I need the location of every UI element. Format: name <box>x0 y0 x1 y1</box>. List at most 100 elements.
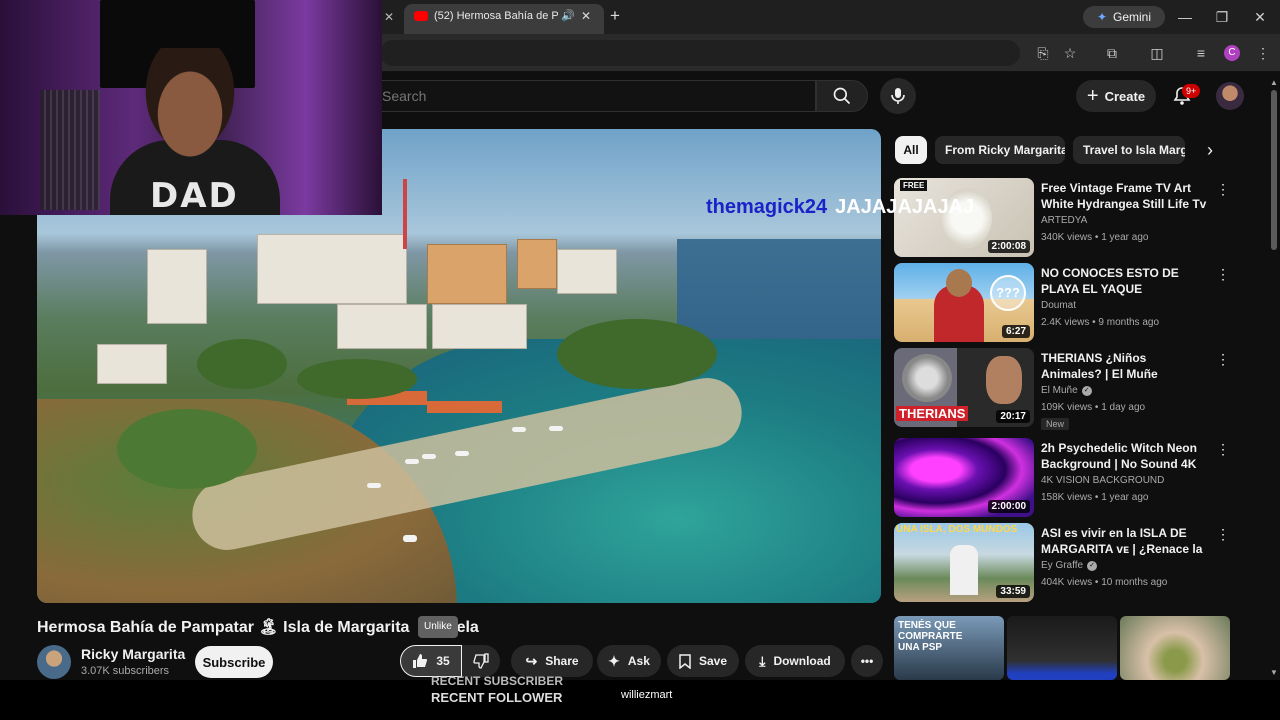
save-label: Save <box>698 654 728 668</box>
verified-check-icon: ✓ <box>1087 560 1098 571</box>
suggestion-meta: 109K views • 1 day ago <box>1041 402 1146 413</box>
suggestion-thumbnail[interactable]: ??? 6:27 <box>894 263 1034 342</box>
more-vertical-icon[interactable]: ⋮ <box>1216 265 1230 285</box>
video-duration: 20:17 <box>996 410 1030 423</box>
media-controls-icon[interactable]: ≡ <box>1190 42 1212 64</box>
more-vertical-icon[interactable]: ⋮ <box>1216 350 1230 370</box>
suggestion-item[interactable]: 2:00:00 2h Psychedelic Witch Neon Backgr… <box>894 438 1234 520</box>
new-tab-icon[interactable]: + <box>610 6 620 26</box>
ask-button[interactable]: ✦ Ask <box>597 645 661 677</box>
webcam-piano <box>40 90 100 210</box>
suggestion-title[interactable]: NO CONOCES ESTO DE PLAYA EL YAQUE MARGAR… <box>1041 265 1209 297</box>
more-vertical-icon[interactable]: ⋮ <box>1216 525 1230 545</box>
video-scene-building <box>97 344 167 384</box>
person-figure <box>950 545 978 595</box>
suggestion-title[interactable]: 2h Psychedelic Witch Neon Background | N… <box>1041 440 1209 472</box>
suggestion-channel-name: Doumat <box>1041 300 1077 311</box>
ask-label: Ask <box>627 654 650 668</box>
suggestion-thumbnail[interactable]: UNA ISLA, DOS MUNDOS 33:59 <box>894 523 1034 602</box>
save-button[interactable]: Save <box>667 645 739 677</box>
scroll-up-icon[interactable]: ▲ <box>1270 78 1278 87</box>
suggestion-channel-name: Ey Graffe <box>1041 560 1084 571</box>
short-thumbnail[interactable] <box>1120 616 1230 680</box>
suggestion-channel[interactable]: ARTEDYA <box>1041 215 1087 226</box>
gemini-button[interactable]: ✦ Gemini <box>1083 6 1165 28</box>
gemini-sparkle-icon: ✦ <box>1096 10 1108 24</box>
extensions-icon[interactable]: ⧉ <box>1101 42 1123 64</box>
url-field[interactable] <box>380 40 1020 66</box>
search-input[interactable] <box>382 86 802 106</box>
close-tab-icon[interactable]: ✕ <box>384 10 396 24</box>
video-title-start: Hermosa Bahía de Pampatar 🏝 Isla de Marg… <box>37 619 414 636</box>
suggestion-item[interactable]: FREE 2:00:08 Free Vintage Frame TV Art W… <box>894 178 1234 260</box>
profile-avatar[interactable]: C <box>1224 45 1240 61</box>
suggestion-title[interactable]: Free Vintage Frame TV Art White Hydrange… <box>1041 180 1209 212</box>
chat-overlay-user: themagick24 <box>706 196 828 218</box>
close-window-icon[interactable]: ✕ <box>1249 6 1271 28</box>
free-badge: FREE <box>900 180 928 191</box>
maximize-icon[interactable]: ❐ <box>1211 6 1233 28</box>
thumbs-down-icon <box>473 653 489 669</box>
voice-search-button[interactable] <box>880 78 916 114</box>
like-button[interactable]: 35 <box>400 645 462 677</box>
suggestion-channel[interactable]: Doumat <box>1041 300 1076 311</box>
video-duration: 2:00:00 <box>987 500 1030 513</box>
close-tab-icon[interactable]: ✕ <box>581 9 591 23</box>
video-scene-building <box>557 249 617 294</box>
more-vertical-icon[interactable]: ⋮ <box>1216 440 1230 460</box>
suggestion-channel-name: El Muñe <box>1041 385 1078 396</box>
video-title: Hermosa Bahía de Pampatar 🏝 Isla de Marg… <box>37 617 479 637</box>
account-avatar[interactable] <box>1216 82 1244 110</box>
suggestion-item[interactable]: THERIANS 20:17 THERIANS ¿Niños Animales?… <box>894 348 1234 430</box>
audio-playing-icon[interactable]: 🔊 <box>561 9 575 22</box>
chips-next-button[interactable]: › <box>1196 136 1224 164</box>
suggestion-thumbnail[interactable]: THERIANS 20:17 <box>894 348 1034 427</box>
suggestion-title[interactable]: ASI es vivir en la ISLA DE MARGARITA ᴠᴇ … <box>1041 525 1209 557</box>
video-scene-boat <box>403 535 417 542</box>
short-thumbnail[interactable]: TENÉS QUE COMPRARTE UNA PSP <box>894 616 1004 680</box>
suggestion-channel[interactable]: El Muñe ✓ <box>1041 385 1092 396</box>
short-thumbnail[interactable] <box>1007 616 1117 680</box>
suggestion-meta: 340K views • 1 year ago <box>1041 232 1149 243</box>
plus-icon: + <box>1086 85 1099 107</box>
split-view-icon[interactable]: ◫ <box>1146 42 1168 64</box>
create-button[interactable]: + Create <box>1076 80 1156 112</box>
suggestion-channel[interactable]: Ey Graffe ✓ <box>1041 560 1098 571</box>
suggestion-channel-name: 4K VISION BACKGROUND <box>1041 475 1165 486</box>
video-scene-boat <box>367 483 381 488</box>
channel-avatar[interactable] <box>37 645 71 679</box>
subscribe-button[interactable]: Subscribe <box>195 646 273 678</box>
install-app-icon[interactable]: ⎘ <box>1032 42 1054 64</box>
chip-from-channel[interactable]: From Ricky Margarita <box>935 136 1065 164</box>
shorts-row: TENÉS QUE COMPRARTE UNA PSP <box>894 616 1234 680</box>
channel-subscriber-count: 3.07K subscribers <box>81 665 170 677</box>
bookmark-star-icon[interactable]: ☆ <box>1059 42 1081 64</box>
therians-thumb-text: THERIANS <box>896 406 969 421</box>
video-scene-boat <box>549 426 563 431</box>
tab-title: (52) Hermosa Bahía de Pampatar <box>434 10 558 22</box>
suggestion-title[interactable]: THERIANS ¿Niños Animales? | El Muñe <box>1041 350 1209 382</box>
webcam-person-head <box>140 48 240 158</box>
chip-travel[interactable]: Travel to Isla Margarita <box>1073 136 1185 164</box>
chip-all[interactable]: All <box>895 136 927 164</box>
channel-name[interactable]: Ricky Margarita <box>81 646 185 662</box>
more-actions-button[interactable]: ••• <box>851 645 883 677</box>
download-button[interactable]: ⤓ Download <box>745 645 845 677</box>
suggestion-meta: 404K views • 10 months ago <box>1041 577 1168 588</box>
bookmark-icon <box>679 653 691 669</box>
suggestion-item[interactable]: UNA ISLA, DOS MUNDOS 33:59 ASI es vivir … <box>894 523 1234 605</box>
suggestion-item[interactable]: ??? 6:27 NO CONOCES ESTO DE PLAYA EL YAQ… <box>894 263 1234 345</box>
video-scene-building <box>257 234 407 304</box>
suggestion-thumbnail[interactable]: 2:00:00 <box>894 438 1034 517</box>
more-vertical-icon[interactable]: ⋮ <box>1216 180 1230 200</box>
search-button[interactable] <box>816 80 868 112</box>
page-scrollbar[interactable] <box>1271 90 1277 250</box>
suggestion-channel[interactable]: 4K VISION BACKGROUND <box>1041 475 1164 486</box>
minimize-icon[interactable]: — <box>1174 6 1196 28</box>
browser-menu-icon[interactable]: ⋮ <box>1252 42 1274 64</box>
sparkle-icon: ✦ <box>608 652 620 669</box>
webcam-shirt-print: DAD <box>150 176 239 215</box>
share-button[interactable]: ↪ Share <box>511 645 593 677</box>
dislike-button[interactable] <box>462 645 500 677</box>
scroll-down-icon[interactable]: ▼ <box>1270 668 1278 677</box>
